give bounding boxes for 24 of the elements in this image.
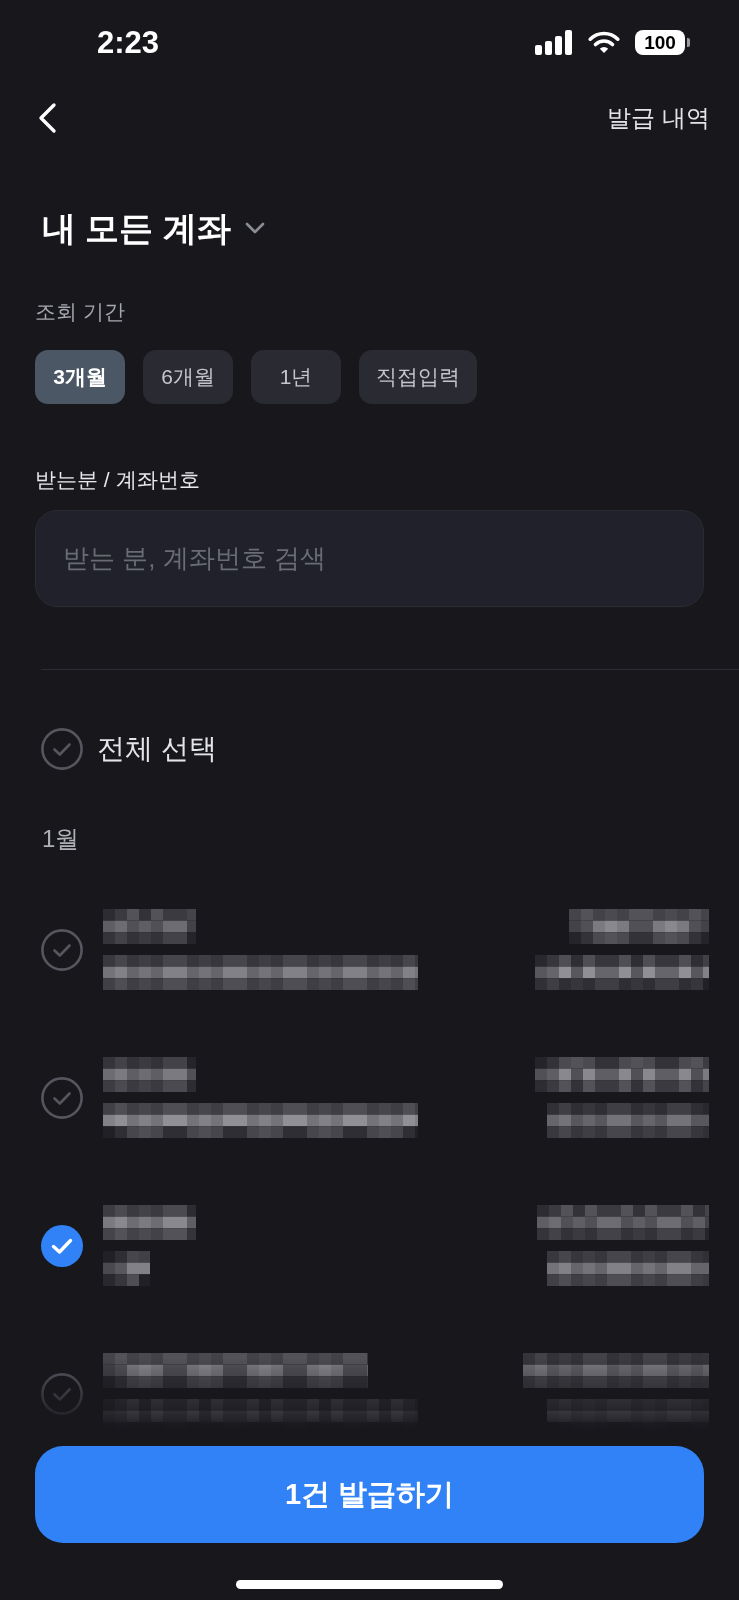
wifi-icon [587,30,621,54]
period-chip[interactable]: 6개월 [143,350,233,404]
period-chip[interactable]: 1년 [251,350,341,404]
check-circle-icon[interactable] [41,1224,83,1267]
check-circle-icon[interactable] [41,1076,83,1119]
search-field[interactable]: 받는 분, 계좌번호 검색 [35,510,704,607]
check-circle-icon[interactable] [41,1372,83,1415]
select-all-checkbox[interactable]: 전체 선택 [41,727,217,771]
issue-button[interactable]: 1건 발급하기 [35,1446,704,1543]
check-circle-icon[interactable] [41,928,83,971]
period-chip[interactable]: 직접입력 [359,350,477,404]
account-dropdown[interactable]: 내 모든 계좌 [42,206,265,250]
signal-icon [535,29,573,55]
search-label: 받는분 / 계좌번호 [35,467,200,493]
chevron-down-icon [244,222,265,234]
blurred-subtitle-drawing [103,1251,150,1286]
check-circle-icon[interactable] [41,728,83,770]
battery-indicator: 100 [635,29,690,55]
status-time: 2:23 [97,26,160,58]
issue-history-button[interactable]: 발급 내역 [607,102,710,134]
back-icon[interactable] [37,102,57,134]
month-heading: 1월 [42,824,80,854]
period-label: 조회 기간 [35,299,125,325]
period-chip[interactable]: 3개월 [35,350,125,404]
